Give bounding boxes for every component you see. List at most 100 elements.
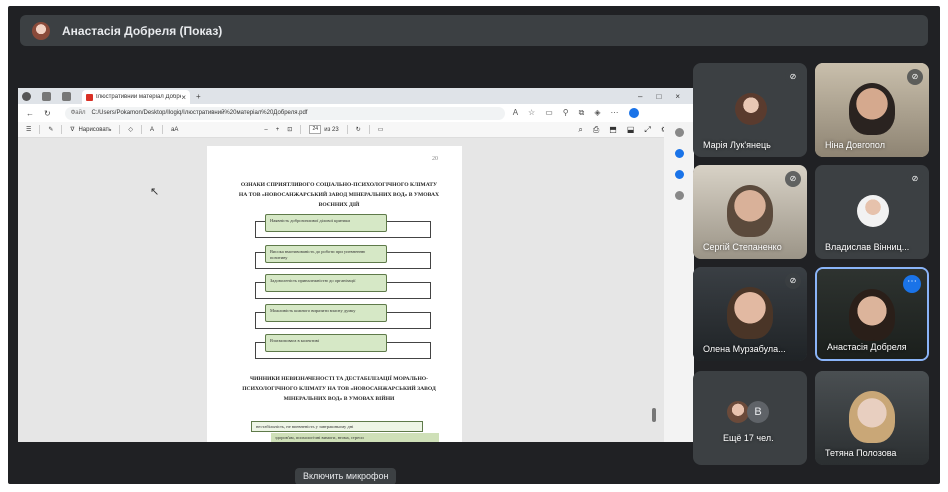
collections-icon[interactable]: ⧉ <box>579 108 585 118</box>
zoom-out-icon[interactable]: – <box>264 127 267 133</box>
participant-tile[interactable]: Тетяна Полозова <box>815 371 929 465</box>
presentation-title: Анастасія Добреля (Показ) <box>62 23 223 38</box>
browser-tabstrip: Ілюстративний матеріал Добреля × + – □ × <box>18 88 694 104</box>
page-total: из 23 <box>324 126 339 133</box>
page-heading: ОЗНАКИ СПРИЯТЛИВОГО СОЦІАЛЬНО-ПСИХОЛОГІЧ… <box>238 182 440 208</box>
scrollbar-thumb[interactable] <box>652 408 656 422</box>
presenter-avatar <box>32 21 50 40</box>
reload-icon[interactable]: ↻ <box>44 109 51 118</box>
diagram-box: Можливість кожного виразити власну думку <box>265 304 387 322</box>
print-icon[interactable]: ⎙ <box>593 125 599 135</box>
diagram-box: Взаємоповага в колективі <box>265 334 387 352</box>
page-number-input[interactable]: 24 <box>309 125 322 134</box>
menu-dots-icon[interactable]: ⋯ <box>611 108 619 118</box>
search-icon[interactable]: ⌕ <box>578 125 582 135</box>
new-tab-icon[interactable]: + <box>196 92 201 101</box>
participant-tile[interactable]: ⊘ Марія Лук'янець <box>693 63 807 157</box>
split-screen-icon[interactable]: ▭ <box>545 108 553 118</box>
participant-figure <box>727 185 773 237</box>
more-options-icon[interactable]: ⋯ <box>903 275 921 293</box>
browser-tab[interactable]: Ілюстративний матеріал Добреля × <box>82 90 190 104</box>
participant-name: Владислав Вінниц... <box>825 242 910 252</box>
pdf-file-icon <box>86 93 93 101</box>
read-icon[interactable]: аА <box>171 127 178 133</box>
section-heading: ЧИННИКИ НЕВИЗНАЧЕНОСТІ ТА ДЕСТАБІЛІЗАЦІЇ… <box>242 376 436 402</box>
text-icon[interactable]: A <box>150 127 154 133</box>
pdf-page: 20 ОЗНАКИ СПРИЯТЛИВОГО СОЦІАЛЬНО-ПСИХОЛО… <box>207 146 462 442</box>
favorite-icon[interactable]: ☆ <box>528 108 535 118</box>
sidebar-add-icon[interactable] <box>674 191 684 200</box>
address-bar-row: ← ↻ Файл C:/Users/Pokamon/Desktop/Ilogiq… <box>18 104 694 122</box>
mouse-cursor-icon: ↖ <box>150 186 160 198</box>
url-scheme: Файл <box>70 110 86 116</box>
diagram-box: Наявність доброзичливої ділової критики <box>265 214 387 232</box>
save-as-icon[interactable]: ⬓ <box>627 125 635 135</box>
arrow-row: нестабільність, не впевненість у завтраш… <box>251 421 423 432</box>
page-view-icon[interactable]: ▭ <box>378 126 384 133</box>
participant-avatar <box>857 195 889 227</box>
others-tile[interactable]: В Ещё 17 чел. <box>693 371 807 465</box>
close-window-icon[interactable]: × <box>675 92 680 101</box>
participant-figure <box>849 289 895 341</box>
fullscreen-icon[interactable]: ⤢ <box>644 125 650 135</box>
url-text: C:/Users/Pokamon/Desktop/Ilogiq/Ілюстрат… <box>91 110 308 116</box>
mic-off-icon: ⊘ <box>907 69 923 85</box>
shared-screen: Ілюстративний матеріал Добреля × + – □ ×… <box>18 88 694 442</box>
participant-avatar <box>727 401 749 423</box>
highlight-icon[interactable]: ✎ <box>48 126 53 133</box>
mic-off-icon: ⊘ <box>907 171 923 187</box>
participant-tile[interactable]: ⊘ Ніна Довгопол <box>815 63 929 157</box>
tab-label: Ілюстративний матеріал Добреля <box>96 94 182 100</box>
sidebar-copilot-icon[interactable] <box>674 149 684 158</box>
back-icon[interactable]: ← <box>26 109 34 118</box>
meeting-window: Анастасія Добреля (Показ) Ілюстративний … <box>8 6 940 484</box>
participant-name: Сергій Степаненко <box>703 242 782 252</box>
mic-off-icon: ⊘ <box>785 273 801 289</box>
others-avatars: В <box>727 401 777 427</box>
extensions-icon[interactable]: ⚲ <box>563 108 569 118</box>
page-number: 20 <box>432 156 438 162</box>
tab-actions-icon[interactable] <box>62 91 71 101</box>
sidebar-outlook-icon[interactable] <box>674 170 684 179</box>
participant-tile[interactable]: ⊘ Сергій Степаненко <box>693 165 807 259</box>
participant-name: Марія Лук'янець <box>703 140 771 150</box>
mic-off-icon: ⊘ <box>785 69 801 85</box>
maximize-icon[interactable]: □ <box>656 92 661 101</box>
participant-figure <box>849 391 895 443</box>
profile-icon[interactable] <box>22 91 31 101</box>
minimize-icon[interactable]: – <box>638 92 642 101</box>
participant-name: Тетяна Полозова <box>825 448 897 458</box>
zoom-in-icon[interactable]: + <box>276 127 280 133</box>
read-aloud-icon[interactable]: A <box>513 108 518 118</box>
participant-initial: В <box>747 401 769 423</box>
presentation-banner: Анастасія Добреля (Показ) <box>20 15 928 46</box>
close-tab-icon[interactable]: × <box>181 93 186 102</box>
copilot-icon[interactable]: ◈ <box>594 108 600 118</box>
pdf-toolbar: ☰ ✎ ∇ Нарисовать ◇ A аА – + ⊡ 24 из 23 ↻… <box>18 122 694 138</box>
workspaces-icon[interactable] <box>42 91 51 101</box>
contents-icon[interactable]: ☰ <box>26 126 31 133</box>
participant-name: Анастасія Добреля <box>827 342 907 352</box>
save-icon[interactable]: ⬒ <box>609 125 617 135</box>
rotate-icon[interactable]: ↻ <box>356 126 361 133</box>
participant-tile-active[interactable]: ⋯ Анастасія Добреля <box>815 267 929 361</box>
mic-off-icon: ⊘ <box>785 171 801 187</box>
participant-tile[interactable]: ⊘ Владислав Вінниц... <box>815 165 929 259</box>
participant-name: Олена Мурзабула... <box>703 344 786 354</box>
participant-figure <box>727 287 773 339</box>
participant-tile[interactable]: ⊘ Олена Мурзабула... <box>693 267 807 361</box>
draw-icon[interactable]: ∇ <box>70 126 74 133</box>
window-controls: – □ × <box>638 92 694 101</box>
arrow-row: здоров'ям, психологічні вимоги, втома, с… <box>271 433 439 442</box>
url-field[interactable]: Файл C:/Users/Pokamon/Desktop/Ilogiq/Ілю… <box>64 106 505 120</box>
pdf-viewer[interactable]: ↖ 20 ОЗНАКИ СПРИЯТЛИВОГО СОЦІАЛЬНО-ПСИХО… <box>18 138 664 442</box>
unmute-button[interactable]: Включить микрофон <box>295 468 397 484</box>
edge-copilot-icon[interactable] <box>628 108 639 118</box>
eraser-icon[interactable]: ◇ <box>128 126 133 133</box>
participant-name: Ніна Довгопол <box>825 140 885 150</box>
draw-label[interactable]: Нарисовать <box>78 127 111 133</box>
others-count: Ещё 17 чел. <box>723 433 774 443</box>
sidebar-search-icon[interactable] <box>674 128 684 137</box>
fit-icon[interactable]: ⊡ <box>287 126 292 133</box>
diagram-box: Висока вмотивованість до роботи при упев… <box>265 245 387 263</box>
